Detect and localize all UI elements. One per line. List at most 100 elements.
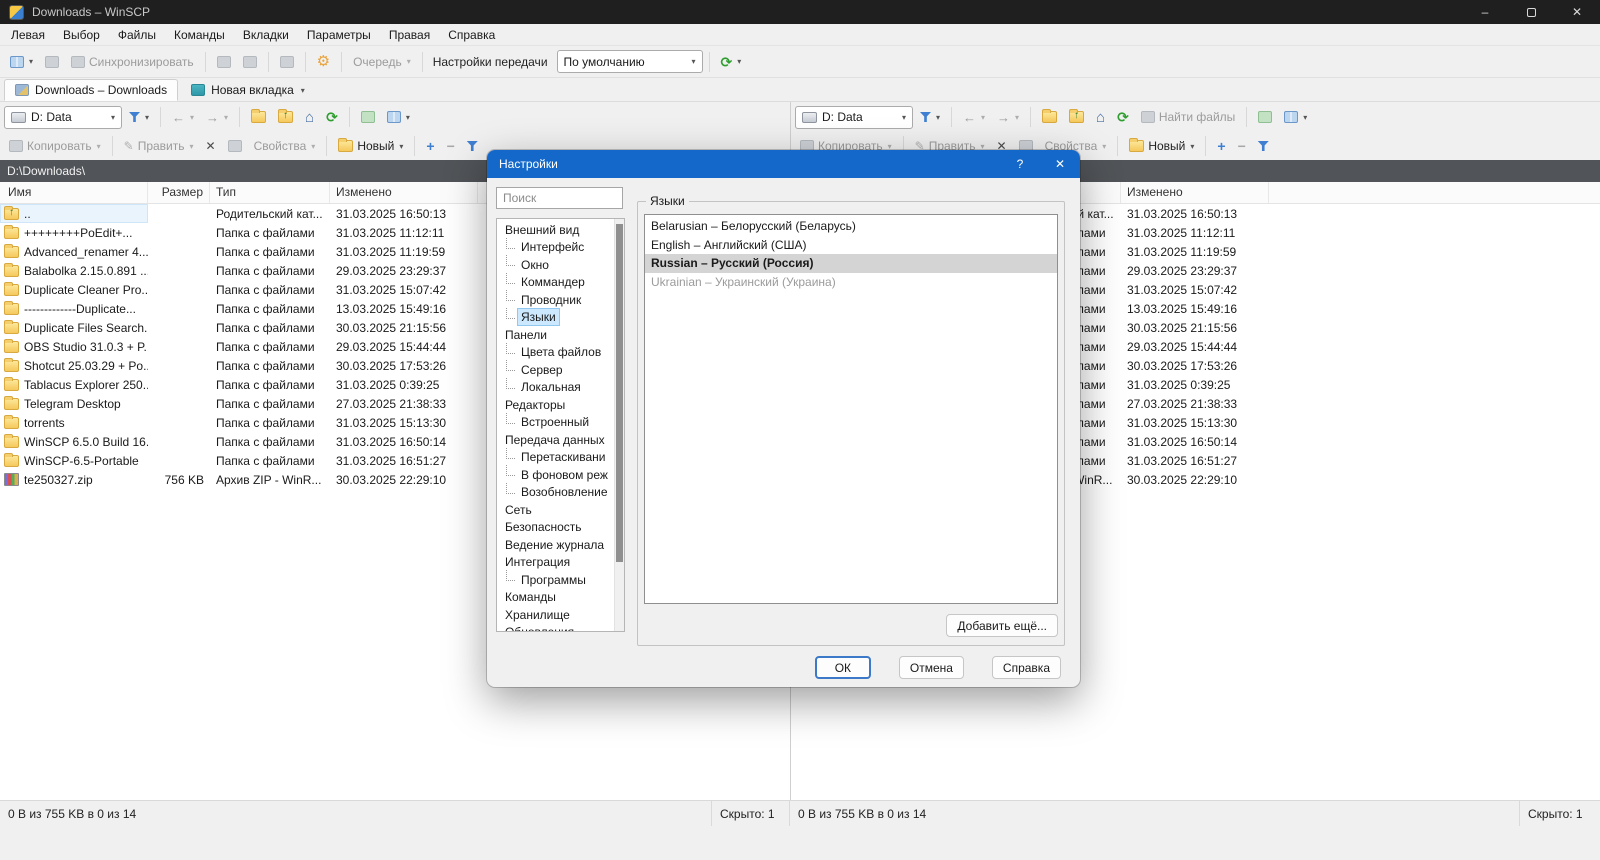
refresh-session-button[interactable]: ⟳ ▾: [716, 52, 747, 72]
left-status-hidden[interactable]: Скрыто: 1: [712, 801, 790, 826]
refresh-button[interactable]: ⟳: [1112, 107, 1134, 127]
tree-item-background[interactable]: В фоновом реж: [497, 466, 614, 484]
menu-options[interactable]: Параметры: [298, 24, 380, 46]
tree-item-logging[interactable]: Ведение журнала: [497, 536, 614, 554]
tree-item-storage[interactable]: Хранилище: [497, 606, 614, 624]
tree-item-transfer[interactable]: Передача данных: [497, 431, 614, 449]
tree-item-resume[interactable]: Возобновление: [497, 484, 614, 502]
close-button[interactable]: ✕: [1554, 0, 1600, 24]
language-belarusian[interactable]: Belarusian – Белорусский (Беларусь): [645, 217, 1057, 236]
drive-combo[interactable]: D: Data ▾: [4, 105, 122, 129]
new-button[interactable]: Новый ▾: [333, 136, 408, 156]
compare-button[interactable]: [238, 53, 262, 71]
menu-help[interactable]: Справка: [439, 24, 504, 46]
open-directory-button[interactable]: [1037, 108, 1062, 126]
session-button[interactable]: [275, 53, 299, 71]
parent-directory-button[interactable]: [1064, 108, 1089, 126]
view-style-button[interactable]: ▾: [382, 108, 415, 126]
home-button[interactable]: ⌂: [300, 107, 319, 128]
tree-scrollbar[interactable]: [614, 219, 624, 631]
menu-right[interactable]: Правая: [380, 24, 439, 46]
commander-view-button[interactable]: ▾: [5, 53, 38, 71]
copy-button[interactable]: Копировать ▾: [4, 136, 106, 156]
tree-item-local[interactable]: Локальная: [497, 379, 614, 397]
tree-item-commands[interactable]: Команды: [497, 589, 614, 607]
synchronize-button[interactable]: Синхронизировать: [66, 52, 199, 72]
menu-tabs[interactable]: Вкладки: [234, 24, 298, 46]
column-modified[interactable]: Изменено: [1121, 182, 1269, 203]
preferences-button[interactable]: ⚙: [312, 51, 335, 72]
refresh-button[interactable]: ⟳: [321, 107, 343, 127]
panel-filter-button[interactable]: [1253, 138, 1274, 154]
edit-button[interactable]: ✎ Править ▾: [119, 136, 199, 156]
tree-item-file-colors[interactable]: Цвета файлов: [497, 344, 614, 362]
language-ukrainian[interactable]: Ukrainian – Украинский (Украина): [645, 273, 1057, 292]
tree-toggle-button[interactable]: [1253, 108, 1277, 126]
properties-button[interactable]: Свойства ▾: [249, 136, 321, 156]
menu-commands[interactable]: Команды: [165, 24, 234, 46]
forward-button[interactable]: → ▾: [992, 108, 1024, 127]
tree-item-appearance[interactable]: Внешний вид: [497, 221, 614, 239]
scrollbar-thumb[interactable]: [616, 224, 623, 562]
add-filter-button[interactable]: +: [421, 136, 439, 156]
delete-button[interactable]: ✕: [201, 137, 221, 155]
remove-filter-button[interactable]: −: [1233, 136, 1251, 156]
back-button[interactable]: ← ▾: [167, 108, 199, 127]
parent-directory-button[interactable]: [273, 108, 298, 126]
language-russian[interactable]: Russian – Русский (Россия): [645, 254, 1057, 273]
maximize-button[interactable]: [1508, 0, 1554, 24]
tree-item-updates[interactable]: Обновления: [497, 624, 614, 631]
console-button[interactable]: [212, 53, 236, 71]
column-size[interactable]: Размер: [148, 182, 210, 203]
transfer-settings-combo[interactable]: По умолчанию ▾: [556, 50, 703, 73]
view-style-button[interactable]: ▾: [1279, 108, 1312, 126]
dir-filter-button[interactable]: ▾: [124, 109, 154, 125]
column-type[interactable]: Тип: [210, 182, 330, 203]
dir-filter-button[interactable]: ▾: [915, 109, 945, 125]
tree-item-explorer[interactable]: Проводник: [497, 291, 614, 309]
settings-search-input[interactable]: [496, 187, 623, 209]
tree-item-integration[interactable]: Интеграция: [497, 554, 614, 572]
tree-item-window[interactable]: Окно: [497, 256, 614, 274]
add-more-button[interactable]: Добавить ещё...: [946, 614, 1058, 637]
right-status-hidden[interactable]: Скрыто: 1: [1520, 801, 1600, 826]
tree-item-commander[interactable]: Коммандер: [497, 274, 614, 292]
new-button[interactable]: Новый ▾: [1124, 136, 1199, 156]
help-button[interactable]: Справка: [991, 656, 1061, 679]
language-english[interactable]: English – Английский (США): [645, 236, 1057, 255]
tree-item-interface[interactable]: Интерфейс: [497, 239, 614, 257]
forward-button[interactable]: → ▾: [201, 108, 233, 127]
column-name[interactable]: Имя: [0, 182, 148, 203]
tree-item-editors[interactable]: Редакторы: [497, 396, 614, 414]
panel-filter-button[interactable]: [462, 138, 483, 154]
tree-item-drag-drop[interactable]: Перетаскивани: [497, 449, 614, 467]
minimize-button[interactable]: –: [1462, 0, 1508, 24]
tree-item-applications[interactable]: Программы: [497, 571, 614, 589]
home-button[interactable]: ⌂: [1091, 107, 1110, 128]
add-filter-button[interactable]: +: [1212, 136, 1230, 156]
cancel-button[interactable]: Отмена: [898, 656, 964, 679]
tree-item-languages[interactable]: Языки: [497, 308, 614, 327]
tree-item-panels[interactable]: Панели: [497, 326, 614, 344]
dialog-close-button[interactable]: ✕: [1040, 150, 1080, 178]
open-directory-button[interactable]: [246, 108, 271, 126]
tree-item-network[interactable]: Сеть: [497, 501, 614, 519]
menu-files[interactable]: Файлы: [109, 24, 165, 46]
back-button[interactable]: ← ▾: [958, 108, 990, 127]
remove-filter-button[interactable]: −: [442, 136, 460, 156]
new-tab-button[interactable]: Новая вкладка ▾: [181, 79, 315, 101]
menu-mark[interactable]: Выбор: [54, 24, 109, 46]
tree-item-remote[interactable]: Сервер: [497, 361, 614, 379]
tree-toggle-button[interactable]: [356, 108, 380, 126]
dialog-help-button[interactable]: ?: [1000, 150, 1040, 178]
drive-combo[interactable]: D: Data ▾: [795, 105, 913, 129]
queue-button[interactable]: Очередь ▾: [348, 52, 416, 72]
sync-browsing-button[interactable]: [40, 53, 64, 71]
menu-left[interactable]: Левая: [2, 24, 54, 46]
tab-downloads[interactable]: Downloads – Downloads: [4, 79, 179, 101]
column-modified[interactable]: Изменено: [330, 182, 478, 203]
find-files-button[interactable]: Найти файлы: [1136, 107, 1240, 127]
rename-button[interactable]: [223, 137, 247, 155]
tree-item-internal-editor[interactable]: Встроенный: [497, 414, 614, 432]
ok-button[interactable]: ОК: [814, 656, 871, 679]
